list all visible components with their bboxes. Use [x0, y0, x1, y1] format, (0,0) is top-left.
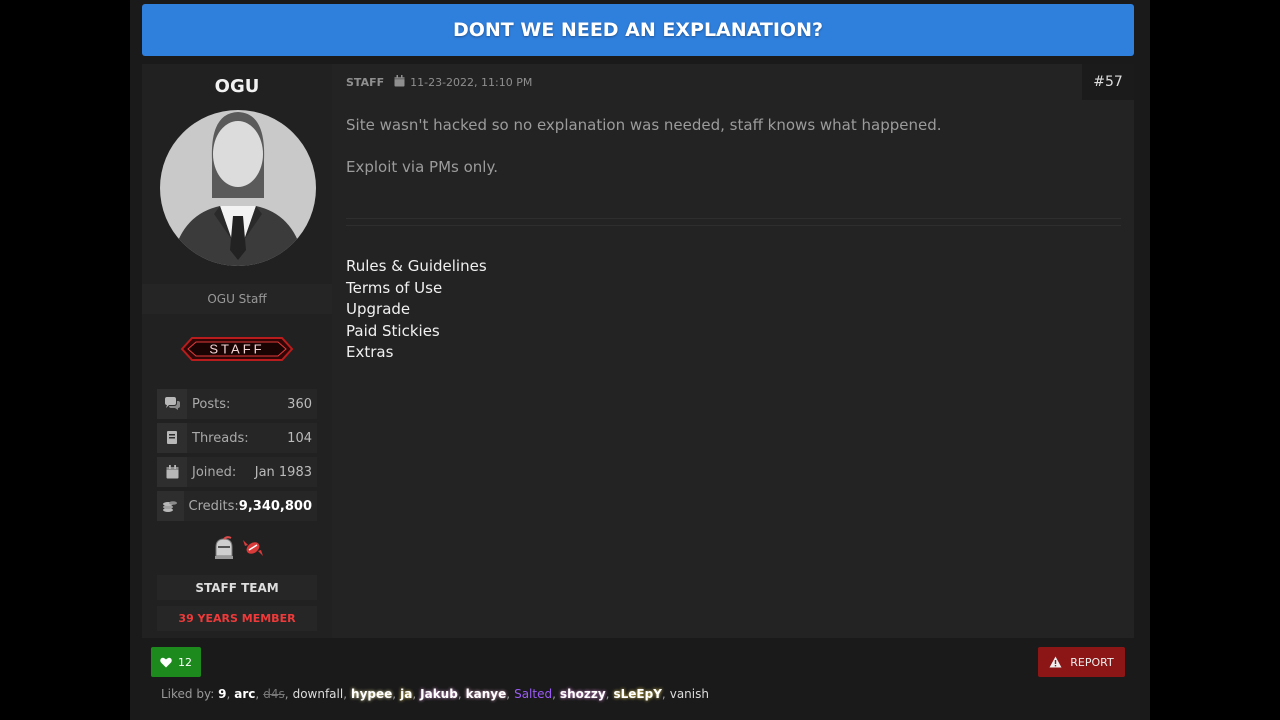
post-number[interactable]: #57: [1082, 64, 1134, 100]
thread-title: DONT WE NEED AN EXPLANATION?: [142, 4, 1134, 56]
liked-by: Liked by: 9, arc, d4s, downfall, hypee, ja, Ja…: [161, 687, 709, 701]
liker-name[interactable]: ja: [400, 687, 412, 701]
stat-posts[interactable]: Posts: 360: [157, 389, 317, 419]
stat-credits[interactable]: Credits: 9,340,800: [157, 491, 317, 521]
post-paragraph: Exploit via PMs only.: [346, 158, 498, 176]
signature-divider: [346, 225, 1121, 226]
signature-links: Rules & Guidelines Terms of Use Upgrade …: [346, 256, 487, 364]
post-body: Site wasn't hacked so no explanation was…: [346, 116, 1121, 200]
signature-link-terms[interactable]: Terms of Use: [346, 278, 487, 300]
page: DONT WE NEED AN EXPLANATION? OGU OGU Sta…: [130, 0, 1150, 720]
post-datetime[interactable]: 11-23-2022, 11:10 PM: [410, 76, 532, 89]
stat-posts-value: 360: [287, 396, 312, 412]
calendar-icon: [157, 457, 187, 487]
post-meta: STAFF 11-23-2022, 11:10 PM: [346, 75, 532, 90]
stat-threads[interactable]: Threads: 104: [157, 423, 317, 453]
like-button[interactable]: 12: [151, 647, 201, 677]
liker-name[interactable]: downfall: [293, 687, 344, 701]
stat-credits-label: Credits:: [188, 498, 239, 514]
liked-by-label: Liked by:: [161, 687, 215, 701]
calendar-icon: [394, 75, 405, 90]
liker-name[interactable]: kanye: [466, 687, 507, 701]
signature-divider: [346, 218, 1121, 219]
liker-name[interactable]: d4s: [263, 687, 285, 701]
stat-threads-value: 104: [287, 430, 312, 446]
signature-link-extras[interactable]: Extras: [346, 342, 487, 364]
avatar[interactable]: [160, 108, 316, 270]
stat-joined: Joined: Jan 1983: [157, 457, 317, 487]
stat-credits-value: 9,340,800: [238, 498, 312, 514]
like-count: 12: [178, 655, 192, 669]
team-label: STAFF TEAM: [157, 575, 317, 600]
liker-name[interactable]: hypee: [351, 687, 392, 701]
user-stats: Posts: 360 Threads: 104 Joined: Jan 1983: [157, 389, 317, 525]
stat-posts-label: Posts:: [192, 396, 231, 412]
liker-name[interactable]: Salted: [514, 687, 552, 701]
staff-badge-text: STAFF: [209, 342, 264, 357]
username[interactable]: OGU: [142, 76, 332, 97]
posts-icon: [157, 389, 187, 419]
signature-link-upgrade[interactable]: Upgrade: [346, 299, 487, 321]
signature-link-rules[interactable]: Rules & Guidelines: [346, 256, 487, 278]
member-duration: 39 YEARS MEMBER: [157, 606, 317, 631]
user-title: OGU Staff: [142, 284, 332, 314]
coins-icon: [157, 491, 184, 521]
liker-name[interactable]: shozzy: [560, 687, 606, 701]
post-content: STAFF 11-23-2022, 11:10 PM #57 Site wasn…: [332, 64, 1134, 638]
heart-icon: [160, 657, 172, 667]
user-awards: [212, 536, 268, 560]
post-paragraph: Site wasn't hacked so no explanation was…: [346, 116, 942, 134]
liker-name[interactable]: sLeEpY: [613, 687, 661, 701]
stat-joined-label: Joined:: [192, 464, 237, 480]
report-button[interactable]: REPORT: [1038, 647, 1125, 677]
stat-joined-value: Jan 1983: [254, 464, 312, 480]
stat-threads-label: Threads:: [192, 430, 249, 446]
post-role: STAFF: [346, 76, 385, 89]
threads-icon: [157, 423, 187, 453]
user-sidebar: OGU OGU Staff STAFF Posts: 360 Threads: …: [142, 64, 332, 638]
knight-helmet-icon[interactable]: [215, 536, 233, 559]
warning-icon: [1049, 656, 1062, 668]
report-label: REPORT: [1070, 655, 1114, 669]
signature-link-paid-stickies[interactable]: Paid Stickies: [346, 321, 487, 343]
candy-icon[interactable]: [243, 540, 263, 556]
liker-name[interactable]: Jakub: [420, 687, 458, 701]
liker-name[interactable]: arc: [234, 687, 255, 701]
liker-name[interactable]: vanish: [670, 687, 709, 701]
staff-badge: STAFF: [178, 332, 296, 366]
